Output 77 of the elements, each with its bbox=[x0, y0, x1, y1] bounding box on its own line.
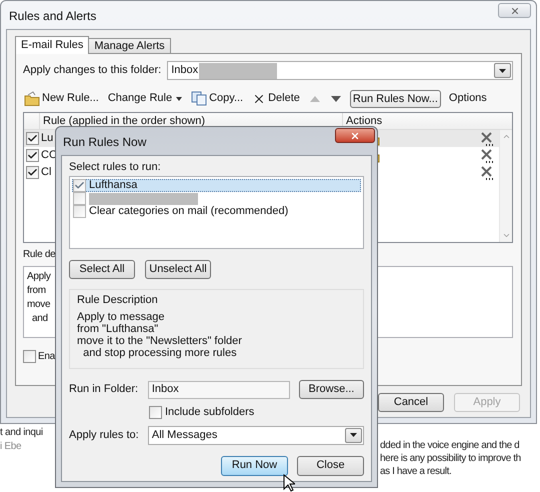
close-button[interactable] bbox=[498, 3, 531, 18]
tools-icon bbox=[480, 131, 494, 146]
include-subfolders-label: Include subfolders bbox=[165, 405, 254, 420]
description-line: Apply bbox=[27, 270, 51, 284]
close-icon bbox=[350, 130, 360, 140]
rule-name: Lufthansa bbox=[89, 180, 138, 191]
scrollbar[interactable] bbox=[499, 130, 512, 242]
description-line: and bbox=[30, 312, 48, 326]
checkbox[interactable] bbox=[26, 149, 38, 162]
dropdown-arrow-icon bbox=[499, 68, 506, 72]
tab[interactable]: E-mail Rules bbox=[15, 36, 90, 54]
checkbox[interactable] bbox=[149, 406, 162, 419]
message-text: i Ebe bbox=[0, 440, 22, 454]
message-text: as I have a result. bbox=[380, 465, 452, 478]
rule-name: Cl bbox=[40, 165, 52, 180]
message-text: here is any possibility to improve th bbox=[380, 452, 522, 465]
checkbox[interactable] bbox=[73, 179, 86, 192]
scroll-up-icon bbox=[502, 132, 510, 141]
checkbox[interactable] bbox=[73, 205, 86, 218]
folder-value: Inbox bbox=[171, 63, 198, 78]
dropdown-arrow-icon bbox=[350, 433, 357, 437]
apply-rules-label: Apply rules to: bbox=[69, 428, 140, 443]
button[interactable]: Unselect All bbox=[145, 260, 211, 279]
enable-label: Ena bbox=[38, 350, 55, 364]
button[interactable]: Cancel bbox=[378, 393, 444, 412]
tools-icon bbox=[480, 148, 494, 163]
rule-name: Clear categories on mail (recommended) bbox=[89, 206, 288, 217]
select-label: Select rules to run: bbox=[69, 160, 162, 174]
folder-icon bbox=[24, 91, 40, 106]
button[interactable]: Close bbox=[297, 456, 364, 476]
tab[interactable]: Manage Alerts bbox=[88, 38, 171, 53]
group-title: Rule Description bbox=[77, 293, 159, 307]
dropdown-button[interactable] bbox=[345, 428, 362, 442]
copy-icon bbox=[191, 91, 208, 106]
window-title: Rules and Alerts bbox=[9, 8, 96, 25]
toolbar-button[interactable]: Delete bbox=[251, 90, 301, 107]
button[interactable]: Browse... bbox=[298, 380, 364, 399]
dropdown-button[interactable] bbox=[494, 63, 511, 78]
folder-field[interactable]: Inbox bbox=[167, 61, 513, 80]
folder-field[interactable]: Inbox bbox=[148, 380, 290, 398]
checkbox[interactable] bbox=[26, 132, 38, 145]
description-line: Apply to message bbox=[77, 311, 164, 323]
dialog-title: Run Rules Now bbox=[63, 134, 146, 151]
toolbar-button[interactable]: Options bbox=[448, 90, 488, 107]
select-value: All Messages bbox=[152, 428, 218, 443]
folder-value: Inbox bbox=[152, 382, 179, 398]
rule-name: Lu bbox=[40, 131, 54, 146]
scroll-down-icon bbox=[502, 231, 510, 240]
toolbar-menu-button[interactable]: Change Rule bbox=[106, 90, 184, 107]
rule-item[interactable]: Clear categories on mail (recommended) bbox=[72, 205, 361, 218]
run-in-folder-label: Run in Folder: bbox=[69, 382, 140, 398]
description-line: move bbox=[27, 298, 50, 312]
checkbox[interactable] bbox=[26, 166, 38, 179]
column-header[interactable]: Actions bbox=[343, 113, 512, 129]
description-label: Rule de bbox=[23, 248, 56, 262]
button[interactable]: Select All bbox=[69, 260, 135, 279]
message-text: dded in the voice engine and the d bbox=[380, 439, 520, 452]
apply-rules-select[interactable]: All Messages bbox=[148, 426, 364, 444]
tools-icon bbox=[480, 165, 494, 180]
button[interactable]: Run Now bbox=[221, 456, 288, 476]
toolbar-button[interactable]: Run Rules Now... bbox=[350, 90, 441, 108]
description-line: from "Lufthansa" bbox=[77, 323, 158, 335]
toolbar-button[interactable]: Copy... bbox=[190, 90, 244, 107]
message-text: t and inqui bbox=[0, 426, 43, 440]
down-triangle-icon bbox=[330, 96, 341, 102]
caret-icon bbox=[176, 96, 182, 100]
toolbar-button[interactable]: New Rule... bbox=[23, 90, 100, 107]
checkbox[interactable] bbox=[23, 350, 36, 363]
up-triangle-icon bbox=[310, 96, 320, 102]
close-icon bbox=[510, 6, 520, 16]
description-line: from bbox=[27, 284, 46, 298]
close-button[interactable] bbox=[335, 128, 375, 143]
description-line: move it to the "Newsletters" folder bbox=[77, 335, 242, 347]
checkbox[interactable] bbox=[73, 192, 86, 205]
rule-item[interactable]: Lufthansa bbox=[72, 179, 361, 192]
description-line: and stop processing more rules bbox=[82, 347, 237, 359]
folder-label: Apply changes to this folder: bbox=[23, 63, 162, 78]
